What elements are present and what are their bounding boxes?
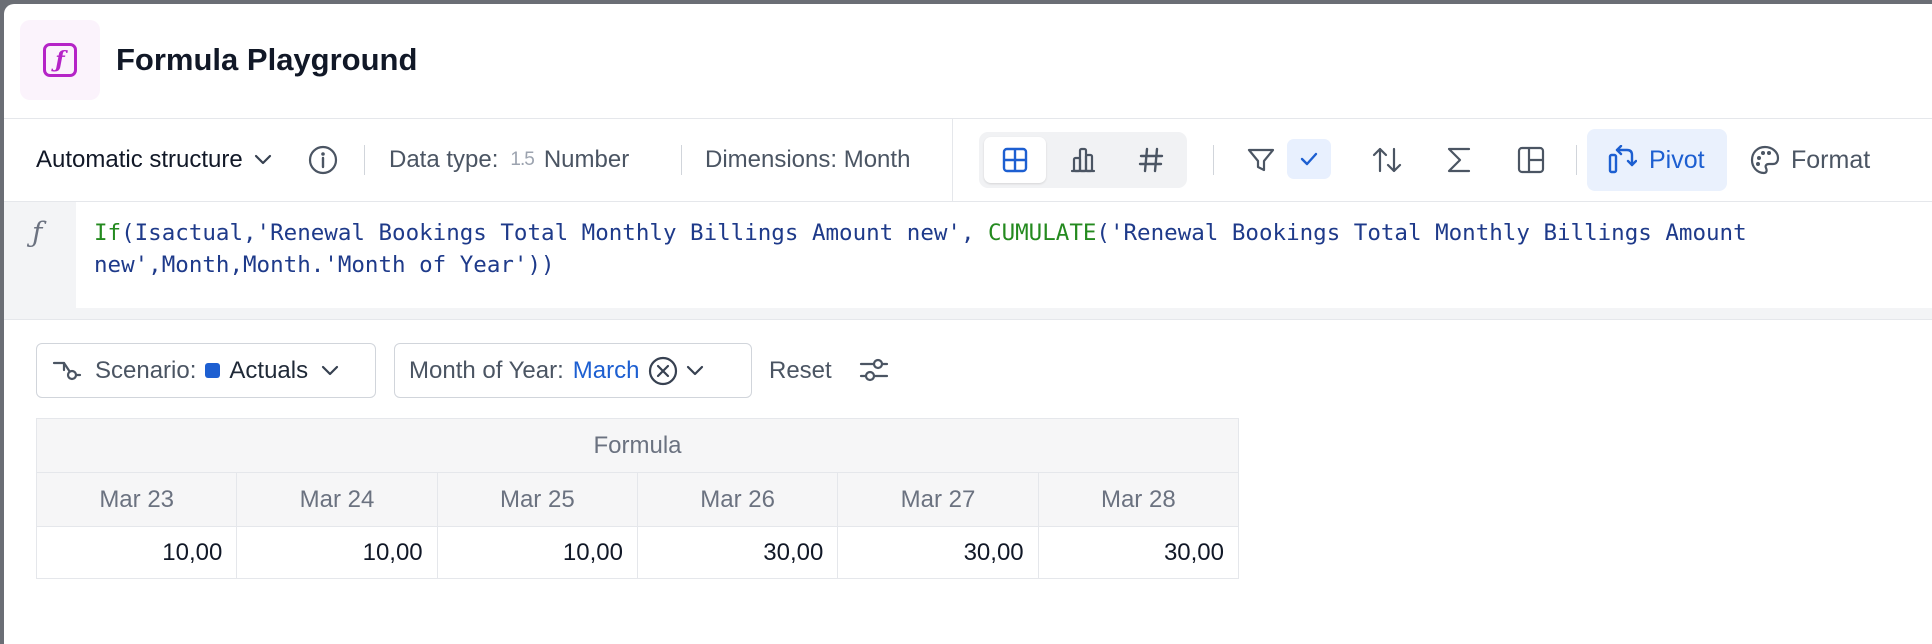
view-mode-toggle	[979, 132, 1187, 188]
number-view-icon	[1138, 147, 1164, 173]
info-icon[interactable]	[307, 119, 339, 201]
month-filter-value: March	[572, 356, 640, 384]
structure-label: Automatic structure	[36, 146, 243, 173]
table-cell[interactable]: 10,00	[236, 526, 438, 579]
toolbar: Automatic structure Data type: 1.5 Numbe…	[4, 119, 1932, 201]
scenario-filter[interactable]: Scenario: Actuals	[36, 343, 376, 398]
table-cell[interactable]: 30,00	[1037, 526, 1240, 579]
month-of-year-filter[interactable]: Month of Year: March	[394, 343, 752, 398]
format-button[interactable]: Format	[1749, 129, 1870, 191]
page-title: Formula Playground	[116, 42, 418, 77]
month-filter-label: Month of Year:	[409, 356, 564, 384]
scenario-color-swatch	[205, 363, 221, 378]
sort-button[interactable]	[1363, 136, 1411, 184]
table-cell[interactable]: 10,00	[35, 526, 238, 579]
sigma-icon	[1447, 147, 1471, 173]
pivot-button[interactable]: Pivot	[1587, 129, 1727, 191]
formula-editor[interactable]: If(Isactual,'Renewal Bookings Total Mont…	[76, 202, 1932, 308]
table-group-header: Formula	[36, 418, 1239, 473]
scenario-icon	[52, 361, 82, 380]
dimensions-label: Dimensions: Month	[705, 146, 911, 173]
number-type-icon: 1.5	[510, 149, 534, 170]
table-view-icon	[1002, 147, 1028, 173]
data-type-selector[interactable]: Data type: 1.5 Number	[389, 119, 629, 201]
formula-playground-window: ƒ Formula Playground Automatic structure…	[4, 4, 1932, 644]
pivot-label: Pivot	[1649, 145, 1705, 174]
column-header[interactable]: Mar 24	[236, 472, 438, 527]
filter-active-toggle[interactable]	[1287, 139, 1331, 179]
aggregate-button[interactable]	[1435, 136, 1483, 184]
column-header[interactable]: Mar 26	[636, 472, 839, 527]
results-table: Formula Mar 23 Mar 24 Mar 25 Mar 26 Mar …	[35, 418, 1240, 579]
fx-icon: ƒ	[32, 216, 43, 249]
table-cell[interactable]: 30,00	[837, 526, 1039, 579]
formula-arguments: (Isactual,'Renewal Bookings Total Monthl…	[121, 220, 989, 246]
layout-icon	[1517, 146, 1545, 174]
chart-view-button[interactable]	[1052, 137, 1114, 183]
table-row: 10,00 10,00 10,00 30,00 30,00 30,00	[35, 526, 1240, 579]
formula-area: ƒ If(Isactual,'Renewal Bookings Total Mo…	[4, 202, 1932, 319]
sort-icon	[1372, 147, 1402, 173]
chevron-down-icon	[254, 154, 271, 165]
table-view-button[interactable]	[984, 137, 1046, 183]
table-cell[interactable]: 30,00	[636, 526, 839, 579]
structure-dropdown[interactable]: Automatic structure	[36, 119, 273, 201]
dimensions-selector[interactable]: Dimensions: Month	[705, 119, 910, 201]
number-view-button[interactable]	[1120, 137, 1182, 183]
reset-button[interactable]: Reset	[769, 343, 832, 398]
data-type-value: Number	[543, 146, 630, 173]
formula-function: If	[94, 220, 122, 246]
filter-button[interactable]	[1237, 136, 1285, 184]
data-type-label: Data type:	[389, 146, 499, 173]
toolbar-divider	[681, 145, 682, 175]
toolbar-divider	[952, 119, 953, 201]
column-header[interactable]: Mar 27	[837, 472, 1039, 527]
formula-function: CUMULATE	[988, 220, 1097, 246]
column-header[interactable]: Mar 25	[436, 472, 638, 527]
column-header[interactable]: Mar 23	[35, 472, 238, 527]
chart-view-icon	[1070, 147, 1096, 173]
scenario-value: Actuals	[229, 356, 309, 384]
chevron-down-icon	[321, 365, 339, 375]
scenario-label: Scenario:	[95, 356, 197, 384]
column-header[interactable]: Mar 28	[1037, 472, 1240, 527]
toolbar-divider	[1213, 145, 1214, 175]
layout-button[interactable]	[1507, 136, 1555, 184]
chevron-down-icon	[687, 365, 704, 375]
table-cell[interactable]: 10,00	[436, 526, 638, 579]
filter-icon	[1247, 148, 1275, 172]
clear-filter-icon[interactable]	[647, 355, 679, 387]
toolbar-divider	[1576, 145, 1577, 175]
check-icon	[1300, 152, 1318, 166]
pivot-icon	[1608, 145, 1637, 174]
palette-icon	[1750, 145, 1780, 175]
filter-settings-icon[interactable]	[858, 354, 890, 386]
toolbar-divider	[364, 145, 365, 175]
formula-divider	[4, 319, 1932, 320]
formula-icon: ƒ	[43, 43, 77, 77]
table-header-row: Mar 23 Mar 24 Mar 25 Mar 26 Mar 27 Mar 2…	[35, 472, 1240, 527]
format-label: Format	[1791, 145, 1871, 174]
formula-app-icon: ƒ	[20, 20, 100, 100]
